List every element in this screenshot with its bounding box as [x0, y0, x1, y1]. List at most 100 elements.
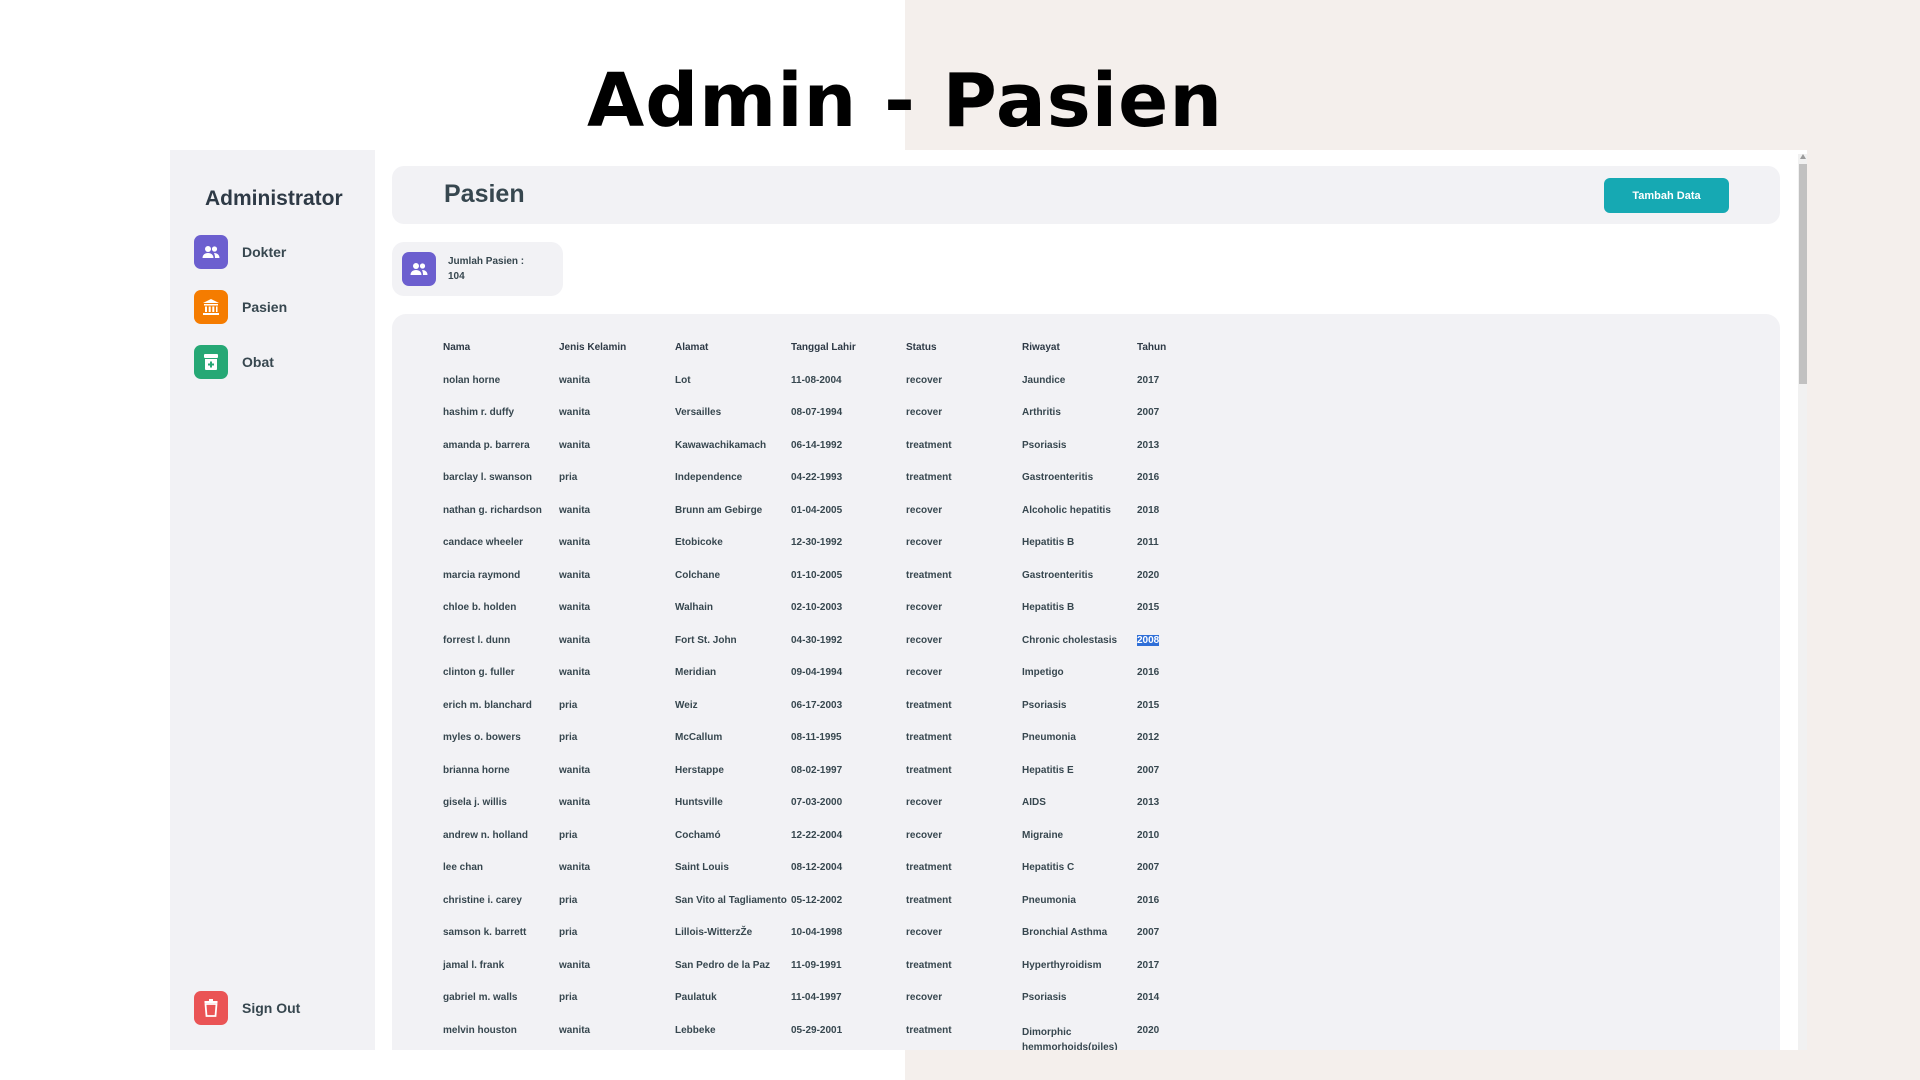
- table-cell: San Pedro de la Paz: [675, 960, 791, 993]
- table-row: barclay l. swanson pria Independence 04-22-…: [443, 472, 1197, 505]
- cell-text: 09-04-1994: [791, 667, 843, 678]
- cell-text: nathan g. richardson: [443, 504, 542, 516]
- cell-text: myles o. bowers: [443, 732, 521, 743]
- table-cell: McCallum: [675, 732, 791, 765]
- table-cell: Saint Louis: [675, 862, 791, 895]
- table-cell: Walhain: [675, 602, 791, 635]
- cell-text: Brunn am Gebirge: [675, 504, 763, 516]
- cell-text: 06-14-1992: [791, 439, 843, 451]
- table-cell: 2016: [1137, 667, 1197, 700]
- cell-text: Herstappe: [675, 764, 724, 776]
- table-cell: Colchane: [675, 570, 791, 603]
- cell-text: 2007: [1137, 407, 1160, 418]
- cell-text: 2007: [1137, 764, 1160, 776]
- table-cell: wanita: [559, 537, 675, 570]
- table-cell: Herstappe: [675, 765, 791, 798]
- table-cell: 01-04-2005: [791, 505, 906, 538]
- cell-text: clinton g. fuller: [443, 667, 515, 678]
- table-cell: 04-22-1993: [791, 472, 906, 505]
- table-row: samson k. barrett pria Lillois-WitterzŽe 10…: [443, 927, 1197, 960]
- table-row: gabriel m. walls pria Paulatuk 11-04-1997 re…: [443, 992, 1197, 1025]
- cell-text: 02-10-2003: [791, 602, 843, 613]
- cell-text: Psoriasis: [1022, 699, 1067, 711]
- table-cell: Lot: [675, 375, 791, 408]
- add-data-button[interactable]: Tambah Data: [1604, 178, 1729, 213]
- table-cell: treatment: [906, 700, 1022, 733]
- table-cell: wanita: [559, 797, 675, 830]
- table-cell: Gastroenteritis: [1022, 570, 1137, 603]
- table-cell: Paulatuk: [675, 992, 791, 1025]
- table-cell: pria: [559, 700, 675, 733]
- cell-text: treatment: [906, 862, 952, 873]
- table-cell: Fort St. John: [675, 635, 791, 668]
- cell-text: wanita: [559, 667, 591, 678]
- cell-text: Weiz: [675, 699, 698, 711]
- table-cell: recover: [906, 635, 1022, 668]
- cell-text: treatment: [906, 569, 952, 581]
- cell-text: 08-02-1997: [791, 764, 843, 776]
- scrollbar-thumb[interactable]: [1799, 164, 1807, 384]
- cell-text: amanda p. barrera: [443, 439, 530, 451]
- table-cell: 2016: [1137, 895, 1197, 928]
- table-cell: Bronchial Asthma: [1022, 927, 1137, 960]
- sidebar-title: Administrator: [205, 187, 343, 210]
- table-cell: nathan g. richardson: [443, 505, 559, 538]
- table-cell: wanita: [559, 570, 675, 603]
- cell-text: wanita: [559, 1024, 591, 1036]
- table-cell: 2020: [1137, 1025, 1197, 1051]
- header-bar: Pasien Tambah Data: [392, 166, 1780, 224]
- cell-text: 2008: [1137, 634, 1160, 646]
- table-cell: 2010: [1137, 830, 1197, 863]
- cell-text: wanita: [559, 439, 591, 451]
- cell-text: treatment: [906, 764, 952, 776]
- cell-text: pria: [559, 699, 578, 711]
- table-cell: Versailles: [675, 407, 791, 440]
- cell-text: 08-11-1995: [791, 732, 842, 743]
- table-cell: pria: [559, 830, 675, 863]
- table-cell: 08-12-2004: [791, 862, 906, 895]
- cell-text: 2017: [1137, 374, 1160, 386]
- cell-text: jamal l. frank: [443, 959, 505, 971]
- vertical-scrollbar[interactable]: [1798, 154, 1807, 1050]
- slide-title: Admin - Pasien: [586, 58, 1224, 144]
- cell-text: wanita: [559, 602, 591, 613]
- cell-text: recover: [906, 927, 943, 938]
- table-row: erich m. blanchard pria Weiz 06-17-2003 trea…: [443, 700, 1197, 733]
- cell-text: 2007: [1137, 927, 1160, 938]
- table-cell: recover: [906, 407, 1022, 440]
- cell-text: recover: [906, 634, 943, 646]
- scroll-up-icon[interactable]: [1800, 154, 1806, 159]
- table-row: myles o. bowers pria McCallum 08-11-1995 tre…: [443, 732, 1197, 765]
- table-cell: wanita: [559, 960, 675, 993]
- sidebar-item-dokter[interactable]: Dokter: [194, 235, 286, 269]
- table-cell: 08-11-1995: [791, 732, 906, 765]
- table-row: nathan g. richardson wanita Brunn am Gebir…: [443, 505, 1197, 538]
- sidebar-item-obat[interactable]: Obat: [194, 345, 274, 379]
- sign-out-button[interactable]: Sign Out: [194, 991, 300, 1025]
- table-cell: wanita: [559, 862, 675, 895]
- table-row: brianna horne wanita Herstappe 08-02-1997 tr…: [443, 765, 1197, 798]
- table-cell: San Vito al Tagliamento: [675, 895, 791, 928]
- table-cell: 2007: [1137, 765, 1197, 798]
- table-row: hashim r. duffy wanita Versailles 08-07-199…: [443, 407, 1197, 440]
- table-cell: Psoriasis: [1022, 440, 1137, 473]
- table-cell: 2011: [1137, 537, 1197, 570]
- cell-text: treatment: [906, 472, 952, 483]
- cell-text: 2015: [1137, 602, 1160, 613]
- table-cell: 08-07-1994: [791, 407, 906, 440]
- table-cell: recover: [906, 505, 1022, 538]
- cell-text: 12-30-1992: [791, 537, 843, 548]
- cell-text: gabriel m. walls: [443, 992, 518, 1003]
- sidebar-item-pasien[interactable]: Pasien: [194, 290, 287, 324]
- column-header: Status: [906, 342, 937, 353]
- table-cell: treatment: [906, 570, 1022, 603]
- table-cell: recover: [906, 375, 1022, 408]
- trash-icon: [194, 991, 228, 1025]
- table-cell: pria: [559, 732, 675, 765]
- table-row: jamal l. frank wanita San Pedro de la Paz 1…: [443, 960, 1197, 993]
- table-cell: 2007: [1137, 407, 1197, 440]
- table-cell: hashim r. duffy: [443, 407, 559, 440]
- cell-text: 2016: [1137, 894, 1160, 906]
- cell-text: Bronchial Asthma: [1022, 927, 1108, 938]
- cell-text: Fort St. John: [675, 634, 737, 646]
